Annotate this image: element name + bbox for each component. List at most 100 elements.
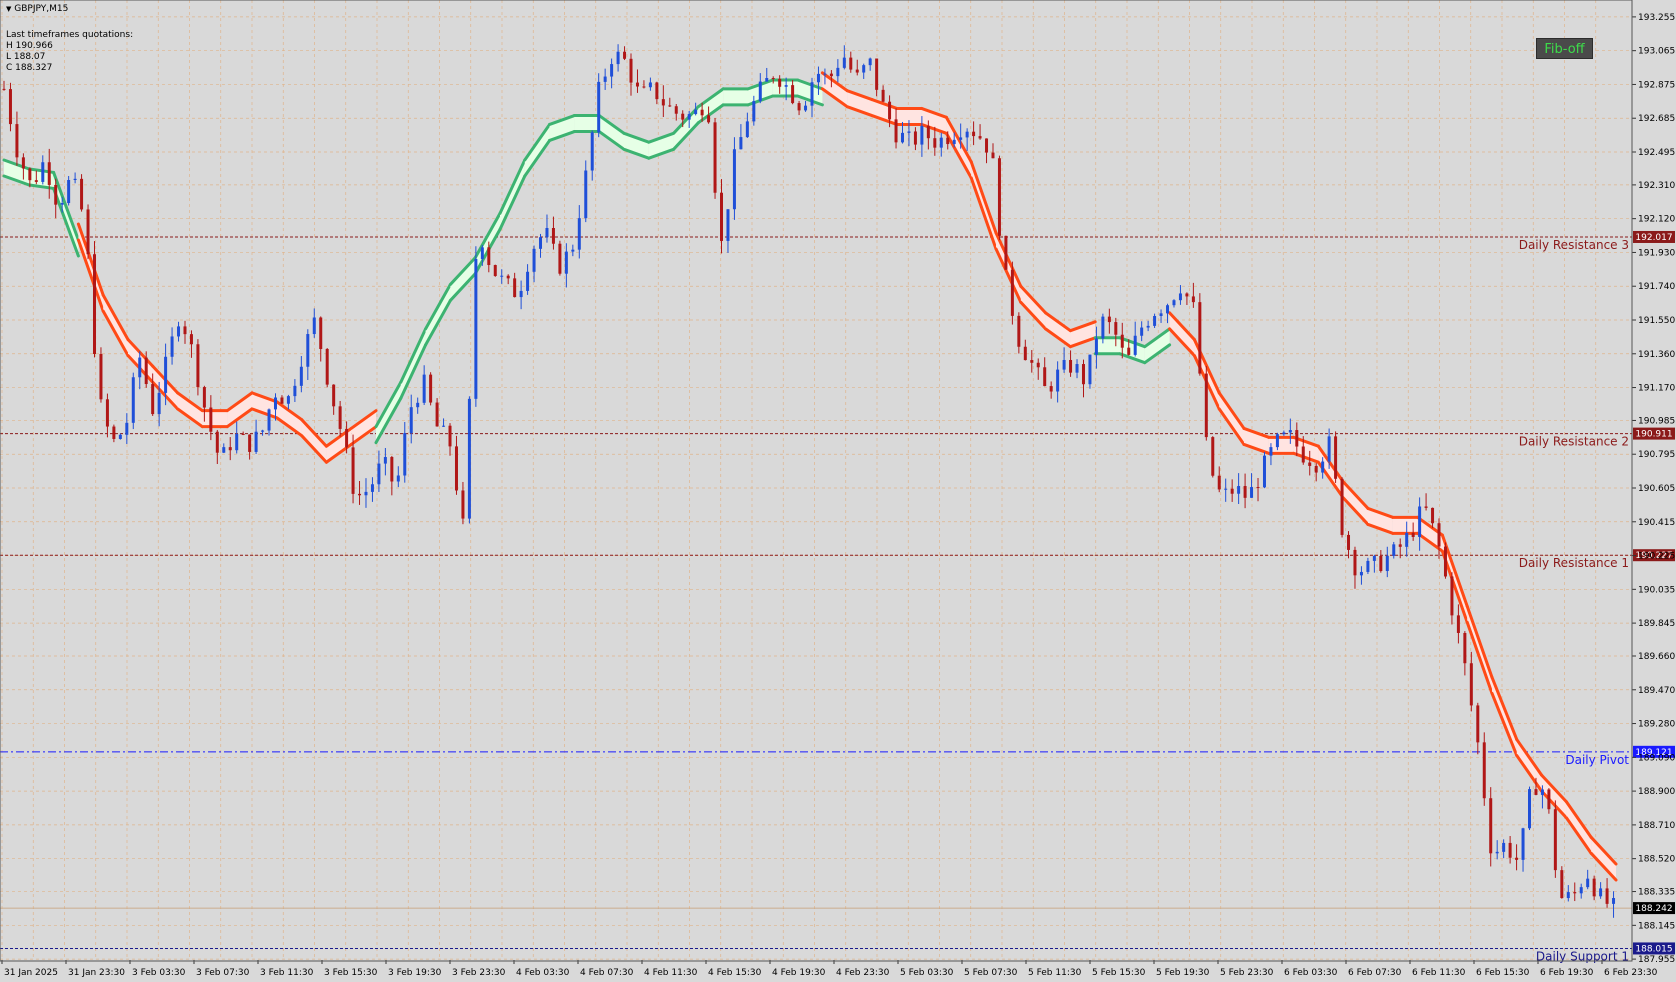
- price-tick-label: 192.310: [1638, 181, 1675, 191]
- price-tick-label: 192.495: [1638, 148, 1675, 158]
- candle-body: [222, 447, 226, 453]
- candle-body: [558, 243, 562, 274]
- candle-body: [855, 69, 859, 73]
- price-tick-label: 190.415: [1638, 518, 1675, 528]
- price-tick-label: 189.090: [1638, 753, 1675, 763]
- candle-body: [1262, 455, 1266, 488]
- candle-body: [661, 99, 665, 106]
- chart-window[interactable]: Daily Resistance 3 192.017 Daily Resistanc…: [0, 0, 1676, 982]
- candle-body: [1450, 576, 1454, 616]
- candle-body: [1069, 359, 1073, 373]
- candle-body: [1282, 432, 1286, 435]
- candle-body: [791, 85, 795, 104]
- candle-body: [1224, 488, 1228, 490]
- time-tick-label: 6 Feb 23:30: [1604, 968, 1658, 978]
- candle-body: [849, 57, 853, 70]
- ma-band-fill: [574, 115, 600, 132]
- price-tick-label: 189.470: [1638, 686, 1675, 696]
- candle-body: [1586, 878, 1590, 888]
- candle-body: [409, 407, 413, 434]
- time-tick-label: 3 Feb 11:30: [260, 968, 314, 978]
- candle-body: [248, 434, 252, 452]
- candle-body: [1605, 888, 1609, 904]
- candle-body: [1172, 300, 1176, 306]
- candle-body: [170, 336, 174, 357]
- candle-body: [913, 131, 917, 145]
- candle-body: [293, 385, 297, 397]
- candle-body: [448, 425, 452, 447]
- candle-body: [99, 353, 103, 400]
- candle-body: [54, 184, 58, 205]
- candle-body: [215, 431, 219, 453]
- time-tick-label: 31 Jan 2025: [4, 968, 58, 978]
- time-tick-label: 3 Feb 03:30: [132, 968, 186, 978]
- candle-body: [1275, 434, 1279, 448]
- candle-body: [442, 425, 446, 427]
- candle-body: [351, 447, 355, 494]
- candle-body: [370, 484, 374, 492]
- candle-body: [1301, 446, 1305, 463]
- candle-body: [726, 209, 730, 241]
- candle-body: [655, 82, 659, 100]
- candle-body: [157, 392, 161, 415]
- candle-body: [907, 131, 911, 133]
- candle-body: [778, 78, 782, 87]
- time-tick-label: 3 Feb 15:30: [324, 968, 378, 978]
- candle-body: [209, 407, 213, 432]
- time-tick-label: 3 Feb 07:30: [196, 968, 250, 978]
- candle-body: [732, 149, 736, 210]
- candle-body: [125, 422, 129, 435]
- price-tick-label: 188.335: [1638, 888, 1675, 898]
- candle-body: [1418, 506, 1422, 537]
- candle-body: [235, 433, 239, 451]
- candle-body: [991, 152, 995, 159]
- price-tick-label: 188.520: [1638, 855, 1675, 865]
- price-tick-label: 191.550: [1638, 316, 1675, 326]
- candle-body: [1547, 789, 1551, 810]
- candle-body: [1359, 571, 1363, 576]
- candle-body: [752, 101, 756, 122]
- candle-body: [1508, 842, 1512, 858]
- candle-body: [952, 139, 956, 145]
- candle-body: [836, 67, 840, 77]
- triangle-down-icon[interactable]: ▼: [6, 5, 11, 13]
- candle-body: [1314, 465, 1318, 473]
- candle-body: [946, 137, 950, 145]
- candle-body: [1217, 475, 1221, 490]
- candle-body: [1334, 436, 1338, 479]
- candle-body: [189, 334, 193, 345]
- time-tick-label: 6 Feb 15:30: [1476, 968, 1530, 978]
- time-tick-label: 4 Feb 03:30: [516, 968, 570, 978]
- candle-body: [422, 374, 426, 403]
- candle-body: [1153, 315, 1157, 326]
- fib-off-button[interactable]: Fib-off: [1536, 38, 1593, 59]
- time-tick-label: 4 Feb 11:30: [644, 968, 698, 978]
- candle-body: [319, 317, 323, 349]
- candle-body: [500, 275, 504, 277]
- candle-body: [545, 227, 549, 238]
- candle-body: [1010, 269, 1014, 316]
- time-tick-label: 5 Feb 15:30: [1092, 968, 1146, 978]
- candle-body: [429, 374, 433, 403]
- time-tick-label: 6 Feb 03:30: [1284, 968, 1338, 978]
- time-tick-label: 6 Feb 11:30: [1412, 968, 1466, 978]
- candle-body: [933, 138, 937, 148]
- candle-body: [1495, 851, 1499, 854]
- candle-body: [196, 344, 200, 388]
- price-tick-label: 190.795: [1638, 450, 1675, 460]
- candle-body: [687, 114, 691, 120]
- candle-body: [965, 131, 969, 138]
- time-tick-label: 31 Jan 23:30: [68, 968, 125, 978]
- candle-body: [571, 249, 575, 252]
- candle-body: [377, 463, 381, 485]
- candle-body: [797, 103, 801, 111]
- candle-body: [997, 158, 1001, 236]
- candle-body: [610, 64, 614, 77]
- price-tick-label: 187.955: [1638, 955, 1675, 965]
- candle-body: [1489, 798, 1493, 854]
- time-tick-label: 5 Feb 07:30: [964, 968, 1018, 978]
- candle-body: [461, 490, 465, 519]
- candle-body: [668, 105, 672, 107]
- candle-body: [648, 82, 652, 88]
- price-chart[interactable]: Daily Resistance 3 192.017 Daily Resistanc…: [0, 0, 1676, 982]
